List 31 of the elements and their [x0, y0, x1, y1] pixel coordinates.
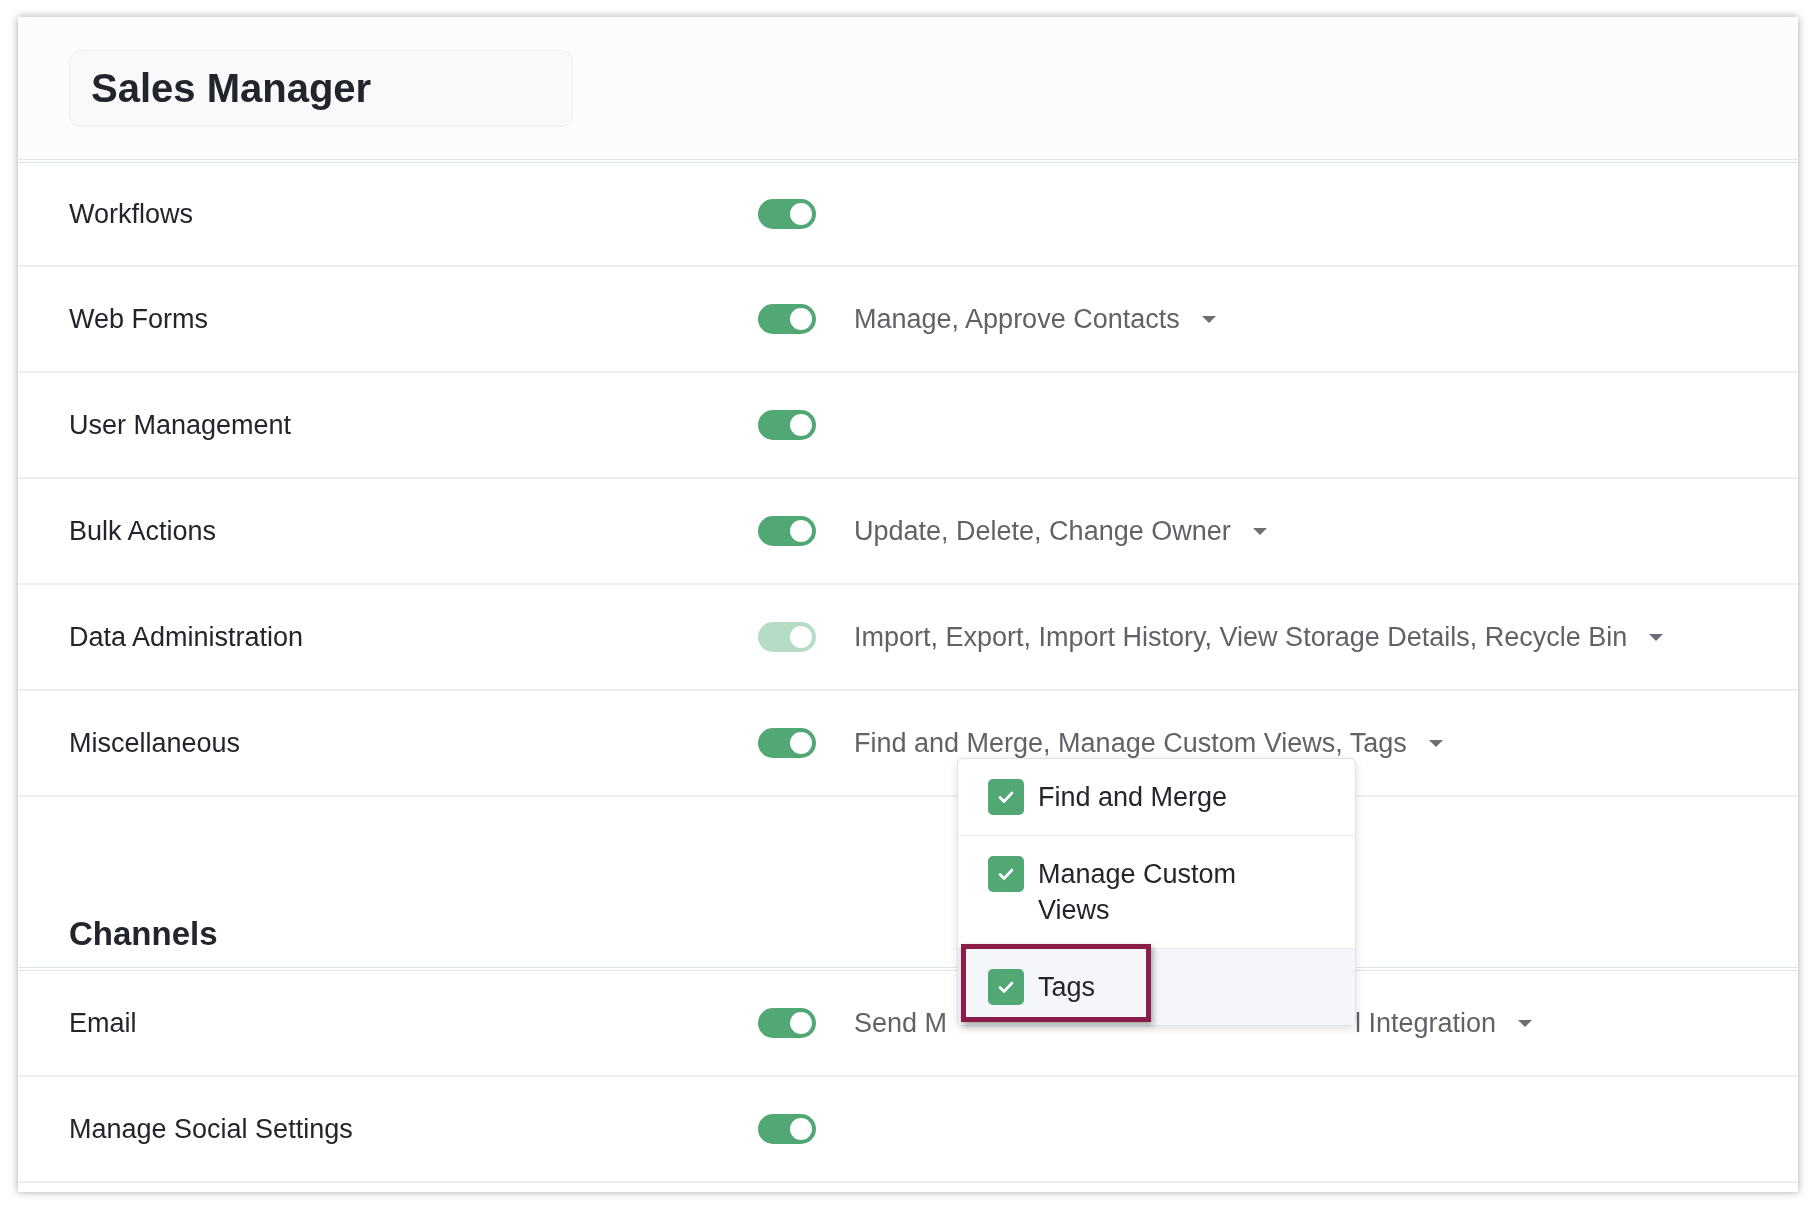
toggle-switch[interactable]	[758, 1008, 816, 1038]
permission-summary[interactable]: Update, Delete, Change Owner	[854, 515, 1231, 547]
permission-summary[interactable]: Send M	[854, 1007, 957, 1039]
permission-label: Data Administration	[69, 621, 305, 653]
permission-label: Manage Social Settings	[69, 1113, 354, 1145]
permission-summary[interactable]: l Integration	[1355, 1007, 1497, 1039]
permission-label: User Management	[69, 409, 293, 441]
permission-label: Bulk Actions	[69, 515, 218, 547]
role-title: Sales Manager	[69, 50, 573, 127]
caret-icon[interactable]	[1201, 315, 1216, 323]
permission-summary[interactable]: Manage, Approve Contacts	[854, 303, 1180, 335]
caret-icon[interactable]	[1518, 1019, 1533, 1027]
toggle-switch[interactable]	[758, 199, 816, 229]
section-heading: Channels	[69, 915, 218, 953]
checkbox[interactable]	[988, 856, 1024, 892]
permission-label: Web Forms	[69, 303, 210, 335]
caret-icon[interactable]	[1252, 527, 1267, 535]
toggle-switch[interactable]	[758, 304, 816, 334]
toggle-switch[interactable]	[758, 516, 816, 546]
permission-summary[interactable]: Find and Merge, Manage Custom Views, Tags	[854, 727, 1407, 759]
permission-label: Miscellaneous	[69, 727, 242, 759]
toggle-switch[interactable]	[758, 1114, 816, 1144]
permission-label: Workflows	[69, 198, 195, 230]
caret-icon[interactable]	[1428, 739, 1443, 747]
checkbox[interactable]	[988, 969, 1024, 1005]
caret-icon[interactable]	[1649, 633, 1664, 641]
toggle-switch[interactable]	[758, 728, 816, 758]
toggle-switch[interactable]	[758, 410, 816, 440]
checkbox[interactable]	[988, 779, 1024, 815]
permission-label: Email	[69, 1007, 138, 1039]
dropdown-option[interactable]: Find and Merge	[958, 759, 1355, 836]
